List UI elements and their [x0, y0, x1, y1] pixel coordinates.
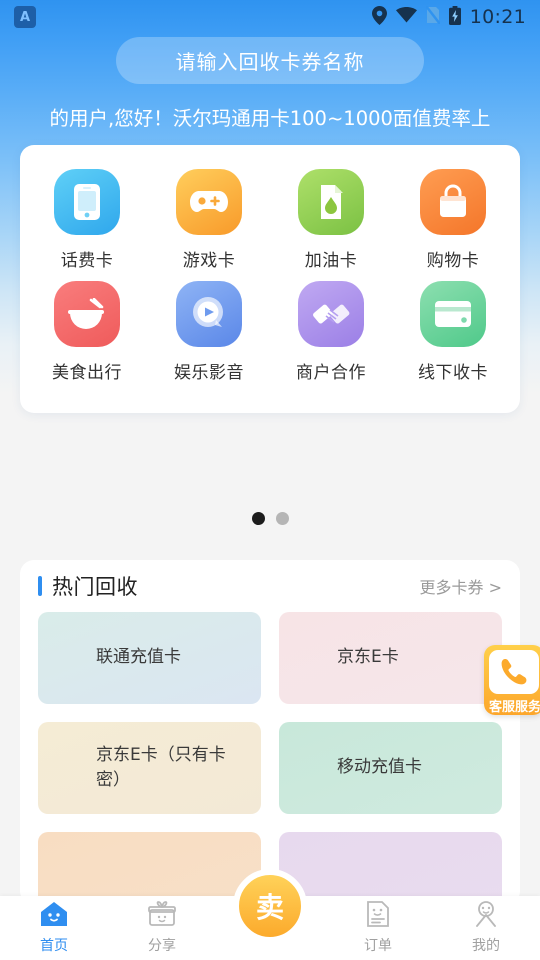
category-label: 购物卡: [426, 251, 480, 271]
app-badge-icon: A: [14, 6, 36, 28]
hot-recycle-header: 热门回收 更多卡券 >: [20, 560, 520, 612]
status-bar-left: A: [14, 6, 36, 28]
gamepad-icon: [176, 169, 242, 235]
sim-icon: [424, 5, 441, 28]
search-input[interactable]: 请输入回收卡券名称: [116, 37, 424, 84]
category-label: 话费卡: [60, 251, 114, 271]
category-label: 加油卡: [304, 251, 358, 271]
gift-icon: [148, 901, 176, 931]
category-grid: 话费卡 游戏卡 加油卡 购物卡 美食出行 娱乐影音 商户合作 线下收卡: [20, 145, 520, 383]
person-icon: [472, 901, 500, 931]
search-placeholder: 请输入回收卡券名称: [175, 50, 365, 74]
hot-card[interactable]: [279, 832, 502, 905]
wifi-icon: [395, 7, 417, 27]
status-bar: A 10:21: [0, 0, 540, 34]
location-icon: [371, 5, 387, 29]
tab-label: 我的: [472, 938, 500, 954]
category-label: 娱乐影音: [174, 363, 244, 383]
category-label: 游戏卡: [182, 251, 236, 271]
category-item-merchant[interactable]: 商户合作: [270, 275, 392, 383]
carousel-pager[interactable]: [0, 512, 540, 525]
category-label: 美食出行: [52, 363, 122, 383]
hot-card-label: 京东E卡（只有卡密）: [96, 744, 226, 791]
section-accent-bar: [38, 576, 42, 596]
hot-card-label: 联通充值卡: [96, 647, 181, 668]
notice-marquee[interactable]: 的用户,您好！沃尔玛通用卡100~1000面值费率上: [0, 98, 540, 134]
category-item-offline-card[interactable]: 线下收卡: [392, 275, 514, 383]
tab-profile[interactable]: 我的: [432, 896, 540, 960]
status-bar-clock: 10:21: [469, 6, 526, 28]
category-item-game-card[interactable]: 游戏卡: [148, 163, 270, 271]
hot-recycle-panel: 热门回收 更多卡券 > 联通充值卡 京东E卡 京东E卡（只有卡密） 移动充值卡: [20, 560, 520, 905]
tab-home[interactable]: 首页: [0, 896, 108, 960]
phone-call-icon: [489, 650, 539, 694]
category-label: 商户合作: [296, 363, 366, 383]
tab-label: 首页: [40, 938, 68, 954]
page-scroll-gutter[interactable]: [532, 560, 540, 905]
status-bar-right: 10:21: [371, 5, 526, 29]
battery-charging-icon: [448, 5, 461, 29]
hot-card-label: 京东E卡: [337, 647, 399, 668]
order-icon: [366, 901, 390, 931]
shopping-bag-icon: [420, 169, 486, 235]
category-panel: 话费卡 游戏卡 加油卡 购物卡 美食出行 娱乐影音 商户合作 线下收卡: [20, 145, 520, 413]
tab-orders[interactable]: 订单: [324, 896, 432, 960]
tab-label: 订单: [364, 938, 392, 954]
customer-service-label: 客服服务: [489, 700, 540, 715]
pager-dot-1[interactable]: [251, 512, 265, 525]
app-root: A 10:21 请输入回收卡券名称 的用户,您好！沃尔玛通用卡100~1000面…: [0, 0, 540, 960]
tab-label: 分享: [148, 938, 176, 954]
hot-recycle-title: 热门回收: [52, 575, 138, 599]
phone-card-icon: [54, 169, 120, 235]
fuel-can-icon: [298, 169, 364, 235]
play-circle-icon: [176, 281, 242, 347]
hot-card-label: 移动充值卡: [337, 757, 422, 778]
hot-card[interactable]: 京东E卡（只有卡密）: [38, 722, 261, 814]
customer-service-button[interactable]: 客服服务: [484, 645, 540, 715]
bottom-tab-bar: 首页 分享 卖 订单 我的: [0, 869, 540, 960]
hot-recycle-grid: 联通充值卡 京东E卡 京东E卡（只有卡密） 移动充值卡: [20, 612, 520, 905]
category-item-food-travel[interactable]: 美食出行: [26, 275, 148, 383]
tab-sell[interactable]: 卖: [216, 869, 324, 960]
food-bowl-icon: [54, 281, 120, 347]
category-item-entertainment[interactable]: 娱乐影音: [148, 275, 270, 383]
credit-card-icon: [420, 281, 486, 347]
category-label: 线下收卡: [418, 363, 488, 383]
pager-dot-2[interactable]: [275, 512, 289, 525]
category-item-shopping-card[interactable]: 购物卡: [392, 163, 514, 271]
home-icon: [40, 901, 68, 931]
hot-card[interactable]: 联通充值卡: [38, 612, 261, 704]
notice-text: 的用户,您好！沃尔玛通用卡100~1000面值费率上: [49, 106, 491, 130]
sell-button[interactable]: 卖: [233, 869, 307, 943]
category-item-phone-card[interactable]: 话费卡: [26, 163, 148, 271]
handshake-icon: [298, 281, 364, 347]
hot-card[interactable]: 京东E卡: [279, 612, 502, 704]
category-item-fuel-card[interactable]: 加油卡: [270, 163, 392, 271]
hot-card[interactable]: 移动充值卡: [279, 722, 502, 814]
hot-card[interactable]: [38, 832, 261, 905]
more-coupons-link[interactable]: 更多卡券 >: [420, 574, 503, 598]
tab-share[interactable]: 分享: [108, 896, 216, 960]
